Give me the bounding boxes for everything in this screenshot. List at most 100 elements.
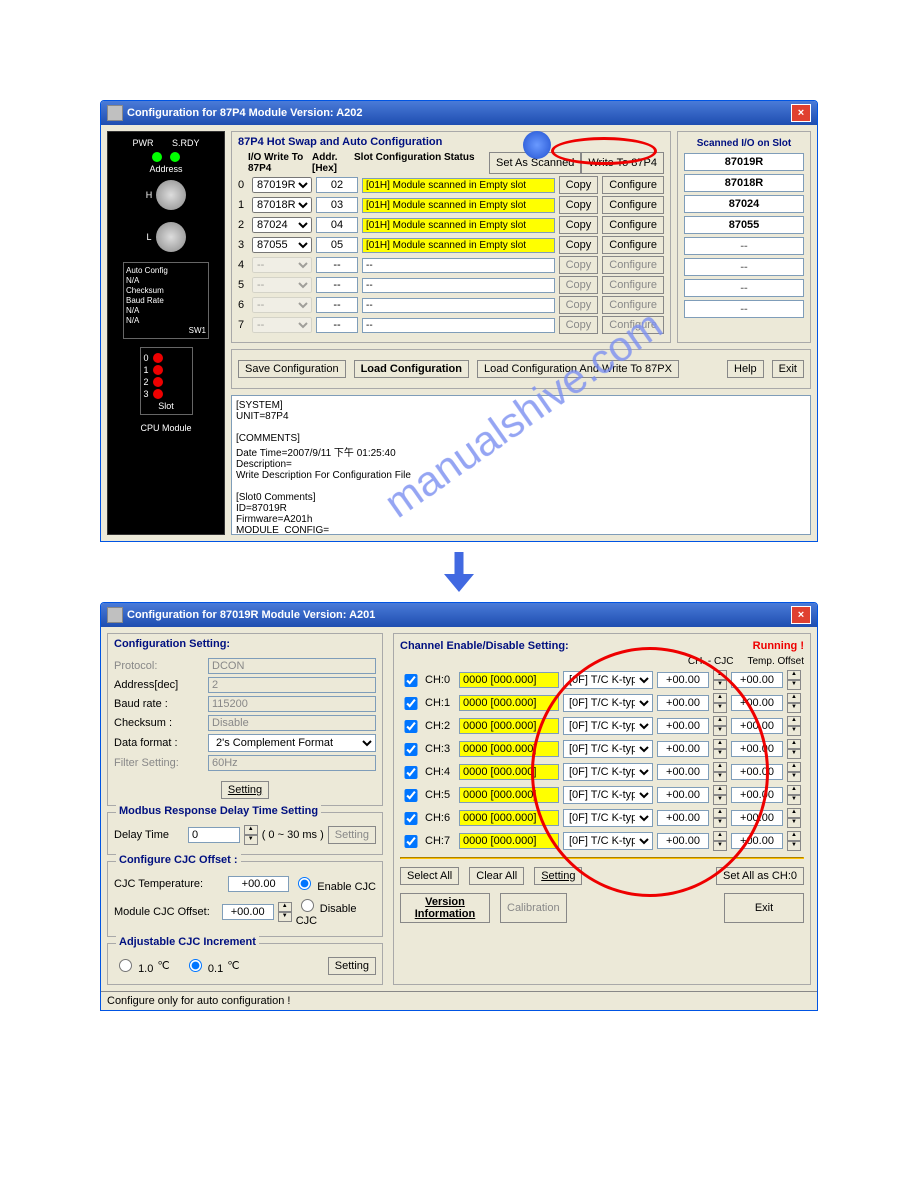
help-button[interactable]: Help [727,360,764,378]
spin-down-icon[interactable]: ▼ [787,795,801,805]
spin-up-icon[interactable]: ▲ [713,831,727,841]
inc-1-radio[interactable]: 1.0 [114,956,153,975]
io-select[interactable]: 87018R [252,197,312,213]
channel-type-select[interactable]: [0F] T/C K-type [563,717,653,735]
spin-up-icon[interactable]: ▲ [713,716,727,726]
io-select[interactable]: 87055 [252,237,312,253]
close-icon[interactable]: × [791,104,811,122]
spin-up-icon[interactable]: ▲ [787,716,801,726]
io-select[interactable]: 87024 [252,217,312,233]
ch-cjc-input[interactable] [657,718,709,734]
spin-down-icon[interactable]: ▼ [278,912,292,922]
spin-down-icon[interactable]: ▼ [713,795,727,805]
select-all-button[interactable]: Select All [400,867,459,885]
channel-type-select[interactable]: [0F] T/C K-type [563,763,653,781]
spin-down-icon[interactable]: ▼ [713,772,727,782]
temp-offset-input[interactable] [731,718,783,734]
inc-01-radio[interactable]: 0.1 [184,956,223,975]
spin-up-icon[interactable]: ▲ [713,808,727,818]
version-info-button[interactable]: Version Information [400,893,490,923]
spin-up-icon[interactable]: ▲ [787,670,801,680]
spin-down-icon[interactable]: ▼ [713,749,727,759]
ch-cjc-input[interactable] [657,695,709,711]
save-config-button[interactable]: Save Configuration [238,360,346,378]
log-textarea[interactable]: [SYSTEM] UNIT=87P4 [COMMENTS] Date Time=… [231,395,811,535]
ch-exit-button[interactable]: Exit [724,893,804,923]
ch-setting-button[interactable]: Setting [534,867,582,885]
channel-checkbox[interactable] [404,743,418,756]
ch-cjc-input[interactable] [657,810,709,826]
spin-up-icon[interactable]: ▲ [713,785,727,795]
spin-up-icon[interactable]: ▲ [787,785,801,795]
spin-up-icon[interactable]: ▲ [713,762,727,772]
spin-up-icon[interactable]: ▲ [787,693,801,703]
spin-up-icon[interactable]: ▲ [787,831,801,841]
ch-cjc-input[interactable] [657,764,709,780]
spin-down-icon[interactable]: ▼ [244,835,258,845]
spin-down-icon[interactable]: ▼ [787,726,801,736]
channel-checkbox[interactable] [404,835,418,848]
spin-down-icon[interactable]: ▼ [787,703,801,713]
ch-cjc-input[interactable] [657,741,709,757]
temp-offset-input[interactable] [731,741,783,757]
channel-type-select[interactable]: [0F] T/C K-type [563,786,653,804]
channel-checkbox[interactable] [404,720,418,733]
spin-down-icon[interactable]: ▼ [787,749,801,759]
configure-button[interactable]: Configure [602,216,664,234]
adj-setting-button[interactable]: Setting [328,957,376,975]
disable-cjc-radio[interactable]: Disable CJC [296,896,376,927]
cjc-mod-input[interactable] [222,904,274,920]
close-icon[interactable]: × [791,606,811,624]
ch-cjc-input[interactable] [657,833,709,849]
copy-button[interactable]: Copy [559,236,599,254]
spin-down-icon[interactable]: ▼ [713,841,727,851]
spin-up-icon[interactable]: ▲ [787,739,801,749]
spin-down-icon[interactable]: ▼ [713,726,727,736]
write-to-87p4-button[interactable]: Write To 87P4 [581,152,664,174]
channel-type-select[interactable]: [0F] T/C K-type [563,694,653,712]
channel-type-select[interactable]: [0F] T/C K-type [563,832,653,850]
spin-up-icon[interactable]: ▲ [278,902,292,912]
load-config-button[interactable]: Load Configuration [354,360,469,378]
spin-down-icon[interactable]: ▼ [787,841,801,851]
setting-button[interactable]: Setting [221,781,269,799]
temp-offset-input[interactable] [731,672,783,688]
enable-cjc-radio[interactable]: Enable CJC [293,874,376,893]
channel-checkbox[interactable] [404,812,418,825]
spin-down-icon[interactable]: ▼ [787,772,801,782]
clear-all-button[interactable]: Clear All [469,867,524,885]
configure-button[interactable]: Configure [602,196,664,214]
configure-button[interactable]: Configure [602,236,664,254]
temp-offset-input[interactable] [731,833,783,849]
spin-down-icon[interactable]: ▼ [713,703,727,713]
copy-button[interactable]: Copy [559,176,599,194]
spin-up-icon[interactable]: ▲ [787,808,801,818]
load-write-button[interactable]: Load Configuration And Write To 87PX [477,360,679,378]
delay-input[interactable] [188,827,240,843]
ch-cjc-input[interactable] [657,787,709,803]
spin-up-icon[interactable]: ▲ [787,762,801,772]
temp-offset-input[interactable] [731,810,783,826]
spin-down-icon[interactable]: ▼ [713,680,727,690]
exit-button[interactable]: Exit [772,360,804,378]
spin-down-icon[interactable]: ▼ [787,818,801,828]
spin-up-icon[interactable]: ▲ [244,825,258,835]
configure-button[interactable]: Configure [602,176,664,194]
channel-checkbox[interactable] [404,697,418,710]
spin-down-icon[interactable]: ▼ [713,818,727,828]
channel-type-select[interactable]: [0F] T/C K-type [563,740,653,758]
format-select[interactable]: 2's Complement Format [208,734,376,752]
temp-offset-input[interactable] [731,764,783,780]
set-all-ch0-button[interactable]: Set All as CH:0 [716,867,804,885]
spin-up-icon[interactable]: ▲ [713,693,727,703]
copy-button[interactable]: Copy [559,216,599,234]
copy-button[interactable]: Copy [559,196,599,214]
io-select[interactable]: 87019R [252,177,312,193]
temp-offset-input[interactable] [731,695,783,711]
channel-checkbox[interactable] [404,789,418,802]
channel-type-select[interactable]: [0F] T/C K-type [563,809,653,827]
ch-cjc-input[interactable] [657,672,709,688]
temp-offset-input[interactable] [731,787,783,803]
channel-checkbox[interactable] [404,766,418,779]
spin-down-icon[interactable]: ▼ [787,680,801,690]
